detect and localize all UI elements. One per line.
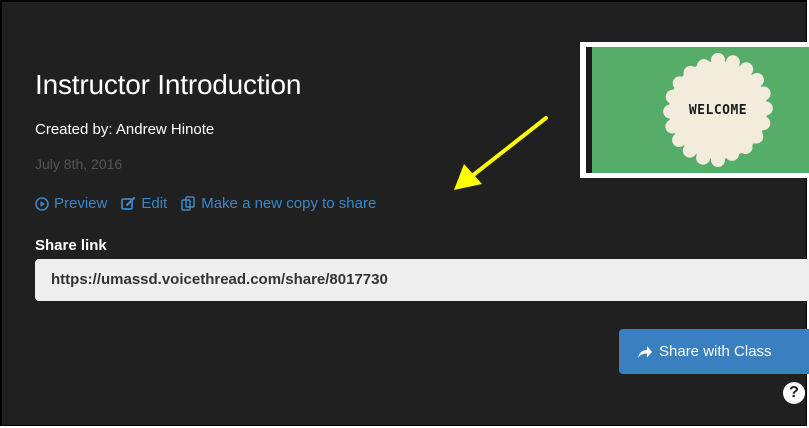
play-circle-icon: [35, 196, 49, 211]
preview-label: Preview: [54, 195, 108, 212]
share-link-field[interactable]: https://umassd.voicethread.com/share/801…: [35, 259, 809, 301]
created-date: July 8th, 2016: [35, 156, 123, 172]
edit-link[interactable]: Edit: [121, 195, 167, 212]
share-arrow-icon: [638, 345, 652, 358]
created-by-text: Created by: Andrew Hinote: [35, 121, 215, 138]
voicethread-thumbnail[interactable]: WELCOME: [580, 42, 809, 178]
copy-label: Make a new copy to share: [201, 195, 377, 212]
share-link-label: Share link: [35, 237, 107, 254]
question-circle-icon[interactable]: ?: [783, 382, 805, 404]
yellow-pointer-arrow-icon: [454, 116, 548, 190]
action-links: Preview Edit Make a new copy to share: [35, 195, 390, 212]
edit-label: Edit: [141, 195, 168, 212]
share-with-class-button[interactable]: Share with Class: [619, 329, 809, 374]
copy-icon: [181, 196, 195, 211]
thumbnail-image: WELCOME: [586, 47, 809, 173]
copy-link[interactable]: Make a new copy to share: [181, 195, 376, 212]
thumbnail-text: WELCOME: [688, 102, 748, 118]
edit-icon: [121, 196, 136, 210]
page-title: Instructor Introduction: [35, 69, 302, 100]
share-button-label: Share with Class: [659, 343, 772, 360]
welcome-badge: WELCOME: [661, 53, 775, 167]
voicethread-details-panel: Instructor Introduction Created by: Andr…: [0, 0, 809, 426]
preview-link[interactable]: Preview: [35, 195, 107, 212]
